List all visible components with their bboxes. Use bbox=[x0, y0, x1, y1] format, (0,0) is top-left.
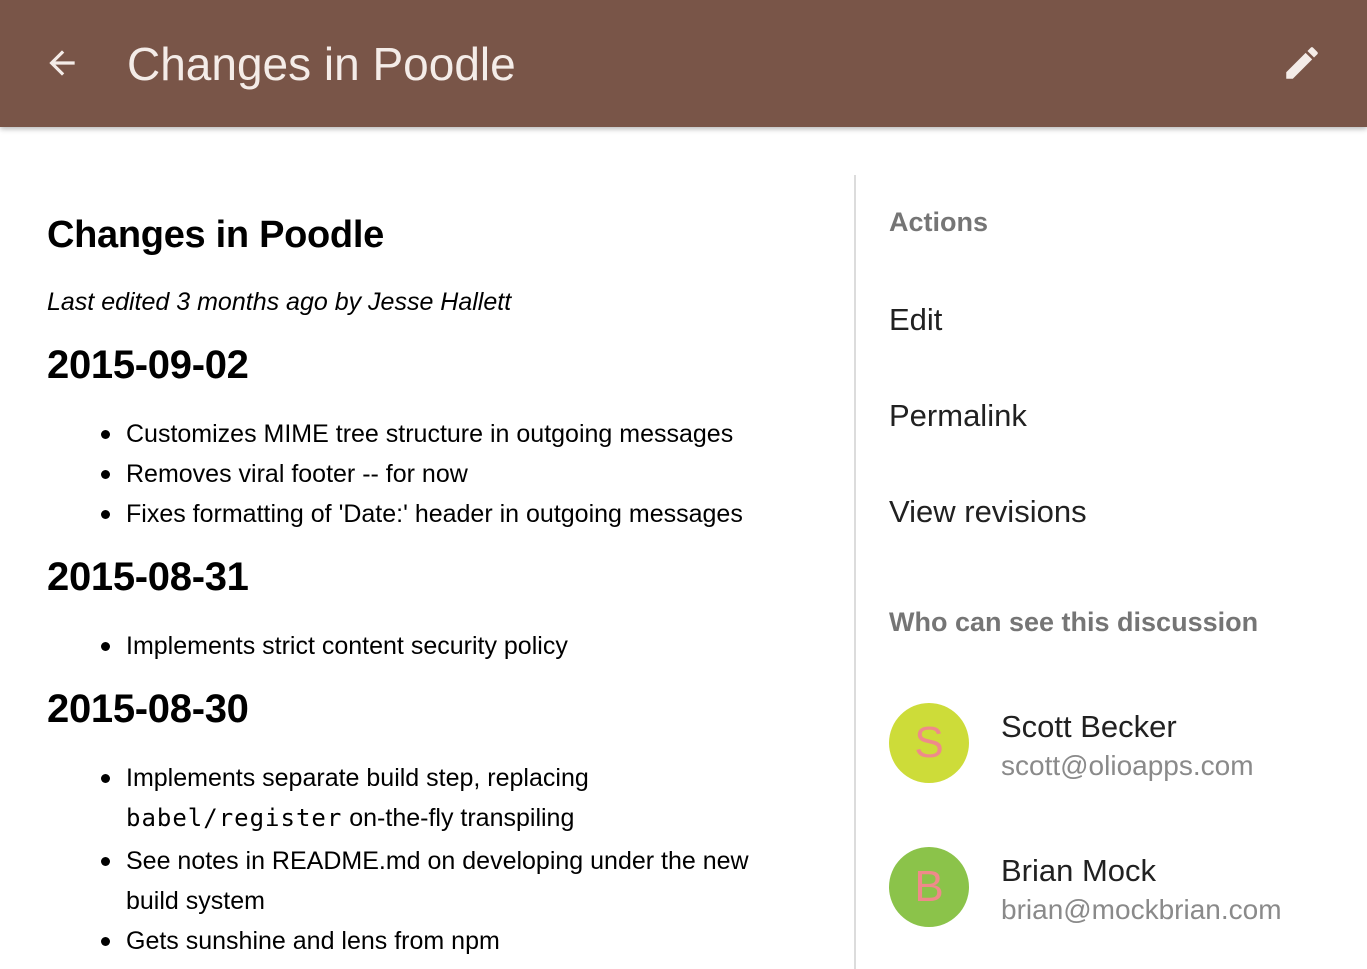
view-revisions-action[interactable]: View revisions bbox=[889, 492, 1087, 532]
avatar: B bbox=[889, 847, 969, 927]
document-title: Changes in Poodle bbox=[47, 214, 384, 256]
bullet bbox=[101, 642, 110, 651]
section-heading: 2015-08-31 bbox=[47, 555, 249, 599]
edit-action[interactable]: Edit bbox=[889, 300, 942, 340]
change-list: Implements strict content security polic… bbox=[47, 626, 837, 666]
section-heading: 2015-09-02 bbox=[47, 343, 249, 387]
bullet bbox=[101, 430, 110, 439]
permalink-action[interactable]: Permalink bbox=[889, 396, 1027, 436]
bullet bbox=[101, 857, 110, 866]
actions-heading: Actions bbox=[889, 207, 989, 237]
bullet bbox=[101, 937, 110, 946]
vertical-divider bbox=[854, 175, 856, 969]
pencil-icon bbox=[1286, 47, 1318, 79]
app-bar: Changes in Poodle bbox=[0, 0, 1367, 127]
edit-button[interactable] bbox=[1276, 37, 1328, 89]
bullet bbox=[101, 774, 110, 783]
app-bar-title: Changes in Poodle bbox=[127, 38, 516, 90]
person-entry[interactable]: B Brian Mock brian@mockbrian.com bbox=[889, 847, 1359, 937]
list-item: Customizes MIME tree structure in outgoi… bbox=[47, 414, 837, 454]
change-list: Implements separate build step, replacin… bbox=[47, 758, 767, 961]
person-entry[interactable]: S Scott Becker scott@olioapps.com bbox=[889, 703, 1359, 793]
list-item: Removes viral footer -- for now bbox=[47, 454, 837, 494]
person-name: Scott Becker bbox=[1001, 709, 1177, 744]
arrow-back-icon bbox=[49, 50, 75, 76]
visibility-heading: Who can see this discussion bbox=[889, 607, 1259, 637]
bullet bbox=[101, 510, 110, 519]
code-snippet: babel/register bbox=[126, 804, 343, 832]
person-name: Brian Mock bbox=[1001, 853, 1157, 888]
bullet bbox=[101, 470, 110, 479]
sidebar: Actions Edit Permalink View revisions Wh… bbox=[889, 127, 1359, 969]
avatar: S bbox=[889, 703, 969, 783]
document-content: Changes in Poodle Last edited 3 months a… bbox=[47, 127, 837, 969]
list-item: Implements separate build step, replacin… bbox=[47, 758, 767, 838]
back-button[interactable] bbox=[36, 37, 88, 89]
list-item: Implements strict content security polic… bbox=[47, 626, 837, 666]
list-item: Fixes formatting of 'Date:' header in ou… bbox=[47, 494, 837, 534]
list-item: See notes in README.md on developing und… bbox=[47, 841, 767, 921]
section-heading: 2015-08-30 bbox=[47, 687, 249, 731]
change-list: Customizes MIME tree structure in outgoi… bbox=[47, 414, 837, 534]
last-edited-meta: Last edited 3 months ago by Jesse Hallet… bbox=[47, 288, 512, 316]
person-email: brian@mockbrian.com bbox=[1001, 894, 1282, 925]
list-item: Gets sunshine and lens from npm bbox=[47, 921, 767, 961]
person-email: scott@olioapps.com bbox=[1001, 750, 1254, 781]
